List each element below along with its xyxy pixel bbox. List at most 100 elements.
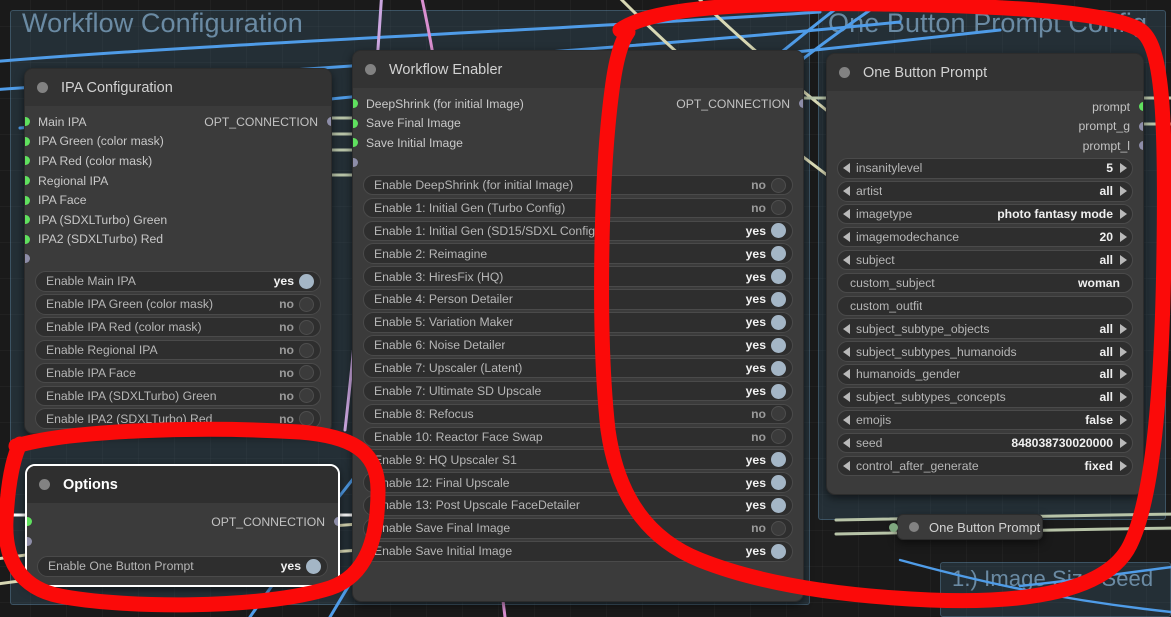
toggle-enable-3-hiresfix[interactable]: Enable 3: HiresFix (HQ) yes bbox=[363, 266, 793, 287]
toggle-knob-icon[interactable] bbox=[771, 246, 786, 262]
toggle-enable-8-refocus[interactable]: Enable 8: Refocus no bbox=[363, 403, 793, 425]
collapse-dot-icon[interactable] bbox=[37, 82, 48, 93]
toggle-enable-7-upscaler-latent[interactable]: Enable 7: Upscaler (Latent) yes bbox=[363, 357, 793, 379]
combo-insanitylevel[interactable]: insanitylevel 5 bbox=[837, 158, 1133, 179]
slot-row[interactable]: IPA Face bbox=[25, 190, 331, 210]
toggle-knob-icon[interactable] bbox=[771, 543, 786, 559]
node-header-ipa-configuration[interactable]: IPA Configuration bbox=[25, 69, 331, 106]
arrow-left-icon[interactable] bbox=[843, 438, 850, 449]
slot-row[interactable] bbox=[27, 532, 338, 552]
collapse-dot-icon[interactable] bbox=[839, 67, 850, 78]
slot-row[interactable]: Main IPA OPT_CONNECTION bbox=[25, 112, 331, 132]
toggle-knob-icon[interactable] bbox=[771, 269, 786, 285]
arrow-left-icon[interactable] bbox=[843, 209, 850, 220]
input-slot-dot[interactable] bbox=[25, 195, 30, 205]
toggle-knob-icon[interactable] bbox=[771, 475, 786, 491]
output-slot-dot[interactable] bbox=[333, 517, 338, 527]
combo-artist[interactable]: artist all bbox=[837, 181, 1133, 202]
combo-humanoids-gender[interactable]: humanoids_gender all bbox=[837, 364, 1133, 385]
slot-row[interactable]: IPA Red (color mask) bbox=[25, 151, 331, 171]
toggle-enable-13-post-upscale-facedetailer[interactable]: Enable 13: Post Upscale FaceDetailer yes bbox=[363, 495, 793, 516]
slot-row[interactable]: DeepShrink (for initial Image) OPT_CONNE… bbox=[353, 94, 803, 114]
input-slot-dot[interactable] bbox=[25, 254, 30, 264]
toggle-knob-icon[interactable] bbox=[771, 337, 786, 353]
toggle-enable-5-variation-maker[interactable]: Enable 5: Variation Maker yes bbox=[363, 312, 793, 333]
input-slot-dot[interactable] bbox=[27, 517, 32, 527]
output-slot-dot[interactable] bbox=[1138, 121, 1143, 131]
output-slot-dot[interactable] bbox=[326, 117, 331, 127]
slot-row[interactable]: prompt_l bbox=[827, 136, 1143, 156]
toggle-knob-icon[interactable] bbox=[771, 520, 786, 536]
toggle-knob-icon[interactable] bbox=[771, 383, 786, 399]
output-slot-dot[interactable] bbox=[798, 99, 803, 109]
collapse-dot-icon[interactable] bbox=[365, 64, 376, 75]
toggle-enable-6-noise-detailer[interactable]: Enable 6: Noise Detailer yes bbox=[363, 335, 793, 356]
toggle-enable-deepshrink[interactable]: Enable DeepShrink (for initial Image) no bbox=[363, 174, 793, 196]
toggle-knob-icon[interactable] bbox=[771, 291, 786, 307]
node-header-one-button-prompt[interactable]: One Button Prompt bbox=[827, 54, 1143, 91]
output-slot-dot[interactable] bbox=[1138, 141, 1143, 151]
arrow-right-icon[interactable] bbox=[1120, 461, 1127, 471]
combo-imagemodechance[interactable]: imagemodechance 20 bbox=[837, 226, 1133, 248]
toggle-enable-one-button-prompt[interactable]: Enable One Button Prompt yes bbox=[37, 556, 328, 577]
slot-row[interactable]: IPA2 (SDXLTurbo) Red bbox=[25, 230, 331, 250]
toggle-knob-icon[interactable] bbox=[299, 273, 314, 289]
node-workflow-enabler[interactable]: Workflow Enabler DeepShrink (for initial… bbox=[352, 50, 804, 602]
toggle-knob-icon[interactable] bbox=[299, 296, 314, 312]
collapse-dot-icon[interactable] bbox=[909, 522, 919, 532]
toggle-knob-icon[interactable] bbox=[771, 406, 786, 422]
input-slot-dot[interactable] bbox=[353, 118, 358, 128]
combo-imagetype[interactable]: imagetype photo fantasy mode bbox=[837, 203, 1133, 225]
toggle-knob-icon[interactable] bbox=[299, 365, 314, 381]
node-ipa-configuration[interactable]: IPA Configuration Main IPA OPT_CONNECTIO… bbox=[24, 68, 332, 434]
combo-subject-subtype-objects[interactable]: subject_subtype_objects all bbox=[837, 318, 1133, 339]
arrow-right-icon[interactable] bbox=[1120, 186, 1127, 197]
toggle-enable-7-ultimate-sd-upscale[interactable]: Enable 7: Ultimate SD Upscale yes bbox=[363, 380, 793, 402]
arrow-right-icon[interactable] bbox=[1120, 346, 1127, 357]
node-one-button-prompt[interactable]: One Button Prompt prompt prompt_g prompt… bbox=[826, 53, 1144, 495]
text-custom-outfit[interactable]: custom_outfit bbox=[837, 295, 1133, 317]
arrow-right-icon[interactable] bbox=[1120, 254, 1127, 265]
arrow-right-icon[interactable] bbox=[1120, 163, 1127, 174]
input-slot-dot[interactable] bbox=[25, 156, 30, 166]
toggle-knob-icon[interactable] bbox=[771, 497, 786, 513]
node-header-options[interactable]: Options bbox=[27, 466, 338, 503]
combo-subject-subtypes-humanoids[interactable]: subject_subtypes_humanoids all bbox=[837, 341, 1133, 362]
slot-row[interactable]: IPA Green (color mask) bbox=[25, 132, 331, 152]
combo-seed[interactable]: seed 848038730020000 bbox=[837, 432, 1133, 454]
slot-row[interactable]: Save Final Image bbox=[353, 114, 803, 134]
slot-row[interactable]: Save Initial Image bbox=[353, 133, 803, 153]
toggle-enable-1-initial-gen-sd15[interactable]: Enable 1: Initial Gen (SD15/SDXL Config)… bbox=[363, 220, 793, 242]
arrow-left-icon[interactable] bbox=[843, 346, 850, 357]
collapsed-node-input-dot[interactable] bbox=[889, 523, 898, 532]
toggle-enable-ipa2-sdxlturbo-red[interactable]: Enable IPA2 (SDXLTurbo) Red no bbox=[35, 408, 321, 429]
input-slot-dot[interactable] bbox=[353, 138, 358, 148]
toggle-enable-save-initial-image[interactable]: Enable Save Initial Image yes bbox=[363, 541, 793, 562]
toggle-knob-icon[interactable] bbox=[771, 314, 786, 330]
toggle-enable-ipa-green[interactable]: Enable IPA Green (color mask) no bbox=[35, 294, 321, 315]
combo-control-after-generate[interactable]: control_after_generate fixed bbox=[837, 455, 1133, 477]
arrow-left-icon[interactable] bbox=[843, 254, 850, 265]
combo-subject[interactable]: subject all bbox=[837, 249, 1133, 271]
toggle-knob-icon[interactable] bbox=[306, 558, 321, 574]
arrow-left-icon[interactable] bbox=[843, 232, 850, 243]
arrow-right-icon[interactable] bbox=[1120, 232, 1127, 243]
toggle-knob-icon[interactable] bbox=[771, 429, 786, 445]
slot-row[interactable] bbox=[353, 153, 803, 173]
node-one-button-prompt-collapsed[interactable]: One Button Prompt bbox=[897, 514, 1043, 540]
text-custom-subject[interactable]: custom_subject woman bbox=[837, 272, 1133, 294]
toggle-knob-icon[interactable] bbox=[771, 360, 786, 376]
toggle-enable-9-hq-upscaler-s1[interactable]: Enable 9: HQ Upscaler S1 yes bbox=[363, 449, 793, 470]
arrow-left-icon[interactable] bbox=[843, 163, 850, 174]
arrow-right-icon[interactable] bbox=[1120, 323, 1127, 334]
arrow-right-icon[interactable] bbox=[1120, 369, 1127, 380]
slot-row[interactable]: IPA (SDXLTurbo) Green bbox=[25, 210, 331, 230]
arrow-left-icon[interactable] bbox=[843, 369, 850, 380]
input-slot-dot[interactable] bbox=[25, 117, 30, 127]
node-options[interactable]: Options OPT_CONNECTION Enable One Button… bbox=[25, 464, 340, 587]
arrow-left-icon[interactable] bbox=[843, 392, 850, 403]
toggle-enable-ipa-face[interactable]: Enable IPA Face no bbox=[35, 362, 321, 384]
combo-emojis[interactable]: emojis false bbox=[837, 409, 1133, 431]
arrow-left-icon[interactable] bbox=[843, 415, 850, 426]
toggle-enable-ipa-sdxlturbo-green[interactable]: Enable IPA (SDXLTurbo) Green no bbox=[35, 385, 321, 407]
